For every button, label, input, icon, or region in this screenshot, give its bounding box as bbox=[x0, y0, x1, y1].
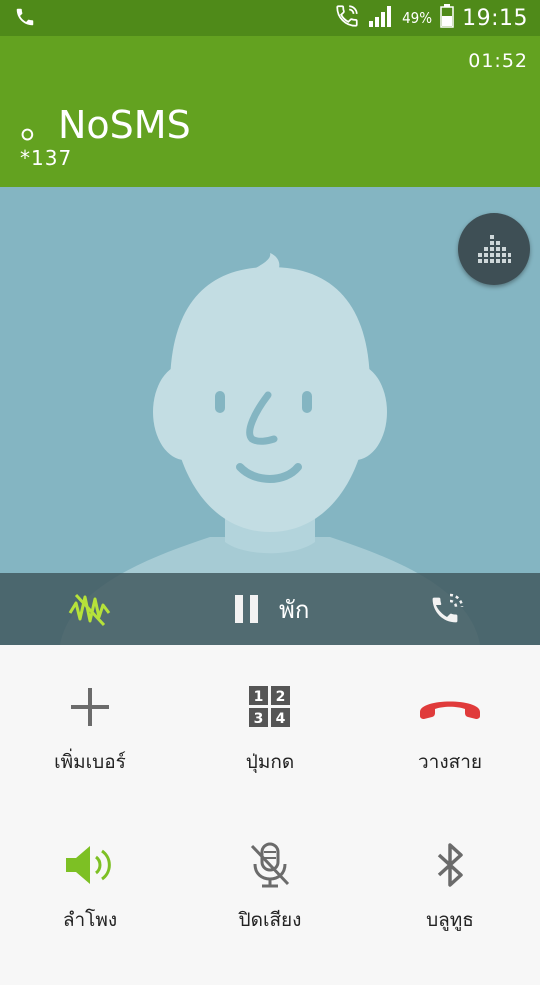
noise-reduction-button[interactable] bbox=[68, 573, 112, 645]
add-call-label: เพิ่มเบอร์ bbox=[54, 751, 126, 773]
mute-icon bbox=[180, 835, 360, 895]
hold-button[interactable]: พัก bbox=[233, 573, 309, 645]
svg-text:3: 3 bbox=[254, 711, 264, 727]
battery-percent: 49% bbox=[402, 9, 433, 27]
add-call-icon bbox=[0, 677, 180, 737]
contact-name: 。NoSMS bbox=[20, 103, 191, 147]
call-duration: 01:52 bbox=[468, 50, 528, 72]
pause-icon bbox=[235, 595, 258, 623]
keypad-label: ปุ่มกด bbox=[245, 751, 295, 773]
dialpad-shortcut-button[interactable] bbox=[458, 213, 530, 285]
mute-button[interactable]: ปิดเสียง bbox=[180, 835, 360, 985]
mute-label: ปิดเสียง bbox=[238, 909, 302, 931]
end-call-icon bbox=[360, 677, 540, 737]
extra-volume-button[interactable] bbox=[428, 573, 470, 645]
wifi-call-icon bbox=[334, 3, 360, 33]
call-volume-icon bbox=[432, 593, 464, 623]
svg-text:1: 1 bbox=[254, 689, 264, 705]
contact-number: *137 bbox=[20, 146, 73, 170]
speaker-button[interactable]: ลำโพง bbox=[0, 835, 180, 985]
status-time: 19:15 bbox=[462, 5, 528, 31]
equalizer-keypad-icon bbox=[478, 235, 511, 263]
speaker-icon bbox=[0, 835, 180, 895]
noise-reduction-icon bbox=[68, 593, 111, 627]
add-call-button[interactable]: เพิ่มเบอร์ bbox=[0, 677, 180, 827]
bluetooth-label: บลูทูธ bbox=[426, 909, 474, 931]
phone-icon bbox=[14, 6, 36, 32]
svg-text:4: 4 bbox=[276, 711, 286, 727]
speaker-label: ลำโพง bbox=[62, 909, 118, 931]
status-bar: 49% 19:15 bbox=[0, 0, 540, 36]
end-call-label: วางสาย bbox=[417, 751, 482, 773]
keypad-button[interactable]: 1 2 3 4 ปุ่มกด bbox=[180, 677, 360, 827]
end-call-button[interactable]: วางสาย bbox=[360, 677, 540, 827]
bluetooth-icon bbox=[360, 835, 540, 895]
call-header: 01:52 。NoSMS *137 bbox=[0, 36, 540, 187]
keypad-icon: 1 2 3 4 bbox=[180, 677, 360, 737]
signal-icon bbox=[368, 4, 394, 32]
svg-text:2: 2 bbox=[276, 689, 286, 705]
hold-label: พัก bbox=[279, 595, 310, 624]
battery-icon bbox=[440, 4, 454, 32]
call-actions-panel: เพิ่มเบอร์ 1 2 3 4 ปุ่มกด วางสาย ลำโพง ป… bbox=[0, 645, 540, 960]
bluetooth-button[interactable]: บลูทูธ bbox=[360, 835, 540, 985]
in-call-control-strip: พัก bbox=[0, 573, 540, 645]
